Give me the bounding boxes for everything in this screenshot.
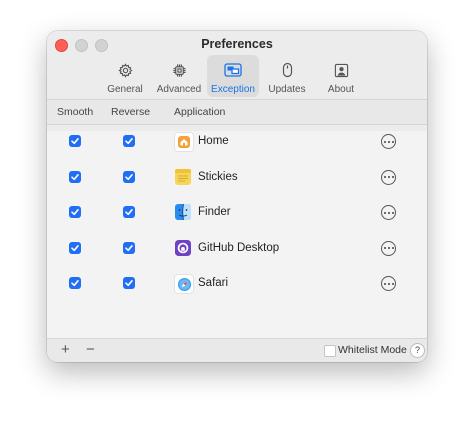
- tab-about[interactable]: About: [315, 55, 367, 97]
- chip-icon: [170, 61, 188, 79]
- tab-label: Advanced: [156, 84, 202, 95]
- reverse-checkbox[interactable]: [123, 206, 135, 218]
- finder-app-icon: [174, 203, 192, 221]
- smooth-checkbox[interactable]: [69, 170, 81, 183]
- tab-label: Updates: [268, 84, 306, 95]
- preferences-window: Preferences General Advanced Exception U…: [47, 31, 427, 362]
- more-options-button[interactable]: [381, 240, 396, 256]
- person-icon: [332, 61, 350, 79]
- tab-label: About: [327, 84, 355, 95]
- whitelist-checkbox[interactable]: [324, 345, 336, 357]
- tab-general[interactable]: General: [99, 55, 151, 97]
- add-button[interactable]: +: [61, 342, 70, 358]
- more-options-button[interactable]: [381, 169, 396, 185]
- tab-label: Exception: [211, 84, 255, 95]
- reverse-checkbox[interactable]: [123, 135, 135, 147]
- app-name: GitHub Desktop: [198, 241, 280, 254]
- github-desktop-app-icon: [174, 239, 192, 257]
- tab-advanced[interactable]: Advanced: [153, 55, 205, 97]
- app-name: Home: [198, 135, 229, 147]
- toolbar: General Advanced Exception Updates About: [99, 55, 367, 97]
- column-header-application[interactable]: Application: [174, 106, 225, 118]
- table-row[interactable]: Finder: [47, 196, 427, 232]
- table-row[interactable]: Home: [47, 125, 427, 161]
- exception-list: Home Stickies Finder GitHub Desktop Safa…: [47, 125, 427, 303]
- smooth-checkbox[interactable]: [69, 241, 81, 254]
- reverse-checkbox[interactable]: [123, 277, 135, 289]
- reverse-checkbox[interactable]: [123, 170, 135, 183]
- gear-icon: [116, 61, 134, 79]
- table-row[interactable]: Safari: [47, 267, 427, 303]
- bottom-bar: + − Whitelist Mode ?: [47, 338, 427, 362]
- more-options-button[interactable]: [381, 205, 396, 220]
- column-header-reverse[interactable]: Reverse: [111, 106, 150, 118]
- app-name: Stickies: [198, 170, 238, 183]
- window-title: Preferences: [201, 37, 273, 51]
- remove-button[interactable]: −: [86, 342, 95, 358]
- app-name: Safari: [198, 277, 229, 289]
- table-header: Smooth Reverse Application: [47, 100, 427, 125]
- help-button[interactable]: ?: [410, 343, 425, 358]
- column-header-smooth[interactable]: Smooth: [57, 106, 93, 118]
- tab-updates[interactable]: Updates: [261, 55, 313, 97]
- whitelist-label: Whitelist Mode: [338, 344, 407, 356]
- update-icon: [278, 61, 296, 79]
- tab-exception[interactable]: Exception: [207, 55, 259, 97]
- more-options-button[interactable]: [381, 276, 396, 291]
- exception-icon: [224, 61, 242, 79]
- reverse-checkbox[interactable]: [123, 241, 135, 254]
- more-options-button[interactable]: [381, 134, 396, 149]
- stickies-app-icon: [174, 168, 192, 186]
- table-row[interactable]: Stickies: [47, 161, 427, 197]
- smooth-checkbox[interactable]: [69, 135, 81, 147]
- home-app-icon: [174, 132, 194, 152]
- table-row[interactable]: GitHub Desktop: [47, 232, 427, 268]
- safari-app-icon: [174, 274, 194, 294]
- smooth-checkbox[interactable]: [69, 277, 81, 289]
- tab-label: General: [107, 84, 143, 95]
- smooth-checkbox[interactable]: [69, 206, 81, 218]
- app-name: Finder: [198, 206, 231, 218]
